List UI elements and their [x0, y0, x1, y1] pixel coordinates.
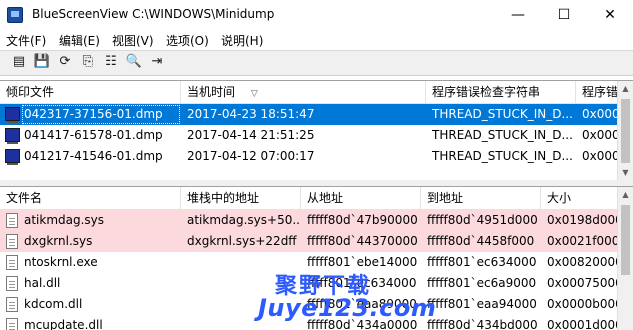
save-icon[interactable]: 💾: [33, 54, 51, 72]
column-to-address[interactable]: 到地址: [421, 187, 541, 209]
driver-name: kdcom.dll: [24, 297, 83, 311]
close-button[interactable]: ✕: [587, 0, 633, 30]
column-size[interactable]: 大小: [541, 187, 617, 209]
dump-list: 倾印文件 当机时间 ▽ 程序错误检查字符串 程序错 042317-37156-0…: [0, 80, 633, 180]
dump-file-name: 042317-37156-01.dmp: [24, 107, 163, 121]
options-icon[interactable]: ▤: [10, 54, 28, 72]
file-icon: [6, 276, 18, 291]
file-icon: [6, 297, 18, 312]
dump-crash-time: 2017-04-12 07:00:17: [187, 149, 315, 163]
dump-crash-time: 2017-04-23 18:51:47: [187, 107, 315, 121]
column-from-address[interactable]: 从地址: [301, 187, 421, 209]
dump-bug-code: 0x000: [582, 107, 617, 121]
driver-to: fffff801`ec6a9000: [427, 276, 537, 290]
column-file-name[interactable]: 文件名: [0, 187, 181, 209]
driver-size: 0x00820000: [547, 255, 617, 269]
dump-bug-string: THREAD_STUCK_IN_D...: [432, 107, 573, 121]
dump-file-icon: [5, 107, 20, 123]
dump-row[interactable]: 041417-61578-01.dmp 2017-04-14 21:51:25 …: [0, 125, 617, 146]
dump-row[interactable]: 041217-41546-01.dmp 2017-04-12 07:00:17 …: [0, 146, 617, 167]
driver-size: 0x0198d000: [547, 213, 617, 227]
driver-stack: atikmdag.sys+50...: [187, 213, 299, 227]
dump-bug-code: 0x000: [582, 149, 617, 163]
file-icon: [6, 234, 18, 249]
dump-file-icon: [5, 128, 20, 144]
menu-help[interactable]: 说明(H): [221, 32, 263, 49]
driver-size: 0x0021f000: [547, 234, 617, 248]
driver-list-scrollbar[interactable]: ▲: [617, 187, 633, 330]
driver-stack: dxgkrnl.sys+22dff: [187, 234, 297, 248]
app-icon: [7, 7, 23, 23]
toolbar: ▤ 💾 ⟳ ⎘ ☷ 🔍 ⇥: [0, 50, 633, 76]
menu-file[interactable]: 文件(F): [6, 32, 46, 49]
watermark-url: Juye123.com: [258, 294, 437, 322]
scroll-up-icon[interactable]: ▲: [618, 187, 633, 203]
driver-name: mcupdate.dll: [24, 318, 103, 330]
menu-options[interactable]: 选项(O): [166, 32, 209, 49]
driver-name: atikmdag.sys: [24, 213, 105, 227]
driver-name: ntoskrnl.exe: [24, 255, 98, 269]
scroll-thumb[interactable]: [621, 205, 630, 275]
scroll-down-icon[interactable]: ▼: [618, 165, 633, 180]
scroll-up-icon[interactable]: ▲: [618, 81, 633, 97]
column-bug-check-string[interactable]: 程序错误检查字符串: [426, 81, 576, 103]
driver-to: fffff801`eaa94000: [427, 297, 537, 311]
file-icon: [6, 318, 18, 330]
menu-edit[interactable]: 编辑(E): [59, 32, 100, 49]
dump-bug-code: 0x000: [582, 128, 617, 142]
driver-name: hal.dll: [24, 276, 61, 290]
column-crash-time[interactable]: 当机时间 ▽: [181, 81, 426, 103]
driver-to: fffff80d`4951d000: [427, 213, 538, 227]
column-bug-check-code[interactable]: 程序错: [576, 81, 617, 103]
menu-bar: 文件(F) 编辑(E) 视图(V) 选项(O) 说明(H): [0, 30, 633, 50]
driver-from: fffff80d`44370000: [307, 234, 418, 248]
driver-to: fffff80d`434bd000: [427, 318, 538, 330]
dump-file-name: 041417-61578-01.dmp: [24, 128, 163, 142]
dump-bug-string: THREAD_STUCK_IN_D...: [432, 149, 573, 163]
refresh-icon[interactable]: ⟳: [56, 54, 74, 72]
dump-list-header: 倾印文件 当机时间 ▽ 程序错误检查字符串 程序错: [0, 81, 617, 104]
driver-to: fffff801`ec634000: [427, 255, 537, 269]
driver-name: dxgkrnl.sys: [24, 234, 93, 248]
column-dump-file[interactable]: 倾印文件: [0, 81, 181, 103]
dump-bug-string: THREAD_STUCK_IN_D...: [432, 128, 573, 142]
driver-to: fffff80d`4458f000: [427, 234, 535, 248]
maximize-button[interactable]: ☐: [541, 0, 587, 30]
column-stack-address[interactable]: 堆栈中的地址: [181, 187, 301, 209]
file-icon: [6, 213, 18, 228]
dump-crash-time: 2017-04-14 21:51:25: [187, 128, 315, 142]
driver-size: 0x00075000: [547, 276, 617, 290]
minimize-button[interactable]: —: [495, 0, 541, 30]
column-crash-time-label: 当机时间: [187, 85, 236, 99]
dump-row[interactable]: 042317-37156-01.dmp 2017-04-23 18:51:47 …: [0, 104, 617, 125]
driver-row[interactable]: dxgkrnl.sys dxgkrnl.sys+22dff fffff80d`4…: [0, 231, 617, 252]
exit-icon[interactable]: ⇥: [148, 54, 166, 72]
driver-row[interactable]: atikmdag.sys atikmdag.sys+50... fffff80d…: [0, 210, 617, 231]
menu-view[interactable]: 视图(V): [112, 32, 154, 49]
driver-size: 0x0000b000: [547, 297, 617, 311]
copy-icon[interactable]: ⎘: [79, 54, 97, 72]
scroll-thumb[interactable]: [621, 99, 630, 163]
dump-list-scrollbar[interactable]: ▲ ▼: [617, 81, 633, 180]
driver-from: fffff80d`47b90000: [307, 213, 418, 227]
title-bar: BlueScreenView C:\WINDOWS\Minidump — ☐ ✕: [0, 0, 633, 30]
file-icon: [6, 255, 18, 270]
driver-list-header: 文件名 堆栈中的地址 从地址 到地址 大小: [0, 187, 617, 210]
dump-file-icon: [5, 149, 20, 165]
window-title: BlueScreenView C:\WINDOWS\Minidump: [32, 7, 275, 21]
properties-icon[interactable]: ☷: [102, 54, 120, 72]
sort-down-icon: ▽: [250, 89, 258, 99]
dump-file-name: 041217-41546-01.dmp: [24, 149, 163, 163]
find-icon[interactable]: 🔍: [125, 54, 143, 72]
driver-size: 0x0001d000: [547, 318, 617, 330]
